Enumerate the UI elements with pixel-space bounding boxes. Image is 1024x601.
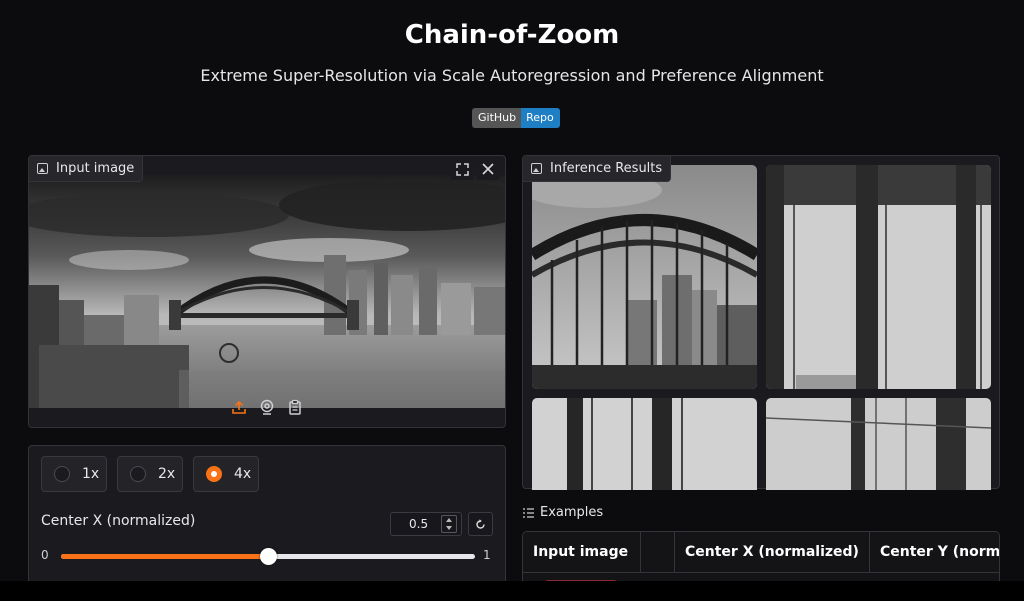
- result-tile-2x[interactable]: [766, 165, 991, 389]
- stepper-icon[interactable]: [441, 515, 457, 533]
- slider-handle[interactable]: [260, 548, 277, 565]
- center-x-number-input[interactable]: 0.5: [390, 512, 462, 536]
- close-icon[interactable]: [477, 158, 499, 180]
- center-x-value: 0.5: [409, 517, 429, 531]
- clipboard-icon[interactable]: [286, 398, 304, 416]
- input-image-label: Input image: [56, 161, 135, 176]
- center-x-slider[interactable]: [61, 548, 475, 565]
- scale-option-label: 1x: [82, 466, 100, 482]
- slider-min-label: 0: [41, 548, 49, 562]
- result-tile-4x[interactable]: [532, 398, 757, 490]
- inference-results-label-chip: Inference Results: [523, 156, 672, 182]
- examples-label: Examples: [540, 505, 604, 520]
- input-image-label-chip: Input image: [29, 156, 144, 182]
- scale-option-label: 2x: [158, 466, 176, 482]
- input-source-toolbar: [29, 387, 505, 427]
- center-x-label: Center X (normalized): [41, 513, 196, 529]
- slider-fill: [61, 554, 268, 559]
- input-image-panel: Input image: [28, 155, 506, 428]
- scale-option-2x[interactable]: 2x: [117, 456, 183, 492]
- examples-row-divider: [523, 572, 999, 573]
- controls-panel: 1x 2x 4x Center X (normalized) 0.5 0 1: [28, 445, 506, 585]
- inference-results-label: Inference Results: [550, 161, 663, 176]
- examples-col-input-image: Input image: [523, 532, 641, 572]
- badge-repo-label: Repo: [521, 108, 560, 128]
- upload-icon[interactable]: [230, 398, 248, 416]
- result-tile-8x[interactable]: [766, 398, 991, 490]
- image-icon: [531, 163, 542, 174]
- bottom-bar: [0, 581, 1024, 601]
- page-title: Chain-of-Zoom: [404, 20, 620, 50]
- examples-header: Examples: [523, 505, 603, 520]
- scale-option-1x[interactable]: 1x: [41, 456, 107, 492]
- examples-col-center-y: Center Y (norm: [880, 544, 1000, 560]
- badge-github-label: GitHub: [472, 108, 522, 128]
- result-tile-1x[interactable]: [532, 165, 757, 389]
- examples-col-center-x: Center X (normalized): [675, 532, 870, 572]
- page-subtitle: Extreme Super-Resolution via Scale Autor…: [200, 66, 824, 85]
- list-icon: [523, 507, 534, 518]
- reset-icon: [476, 518, 485, 529]
- image-icon: [37, 163, 48, 174]
- slider-max-label: 1: [483, 548, 491, 562]
- webcam-icon[interactable]: [258, 398, 276, 416]
- inference-results-panel: Inference Results: [522, 155, 1000, 490]
- radio-indicator: [130, 466, 146, 482]
- reset-button[interactable]: [468, 512, 493, 536]
- scale-option-4x[interactable]: 4x: [193, 456, 259, 492]
- radio-indicator: [54, 466, 70, 482]
- radio-indicator-selected: [206, 466, 222, 482]
- examples-col-blank: [641, 532, 675, 572]
- fullscreen-icon[interactable]: [451, 158, 473, 180]
- github-repo-badge[interactable]: GitHub Repo: [472, 108, 560, 128]
- scale-option-label: 4x: [234, 466, 252, 482]
